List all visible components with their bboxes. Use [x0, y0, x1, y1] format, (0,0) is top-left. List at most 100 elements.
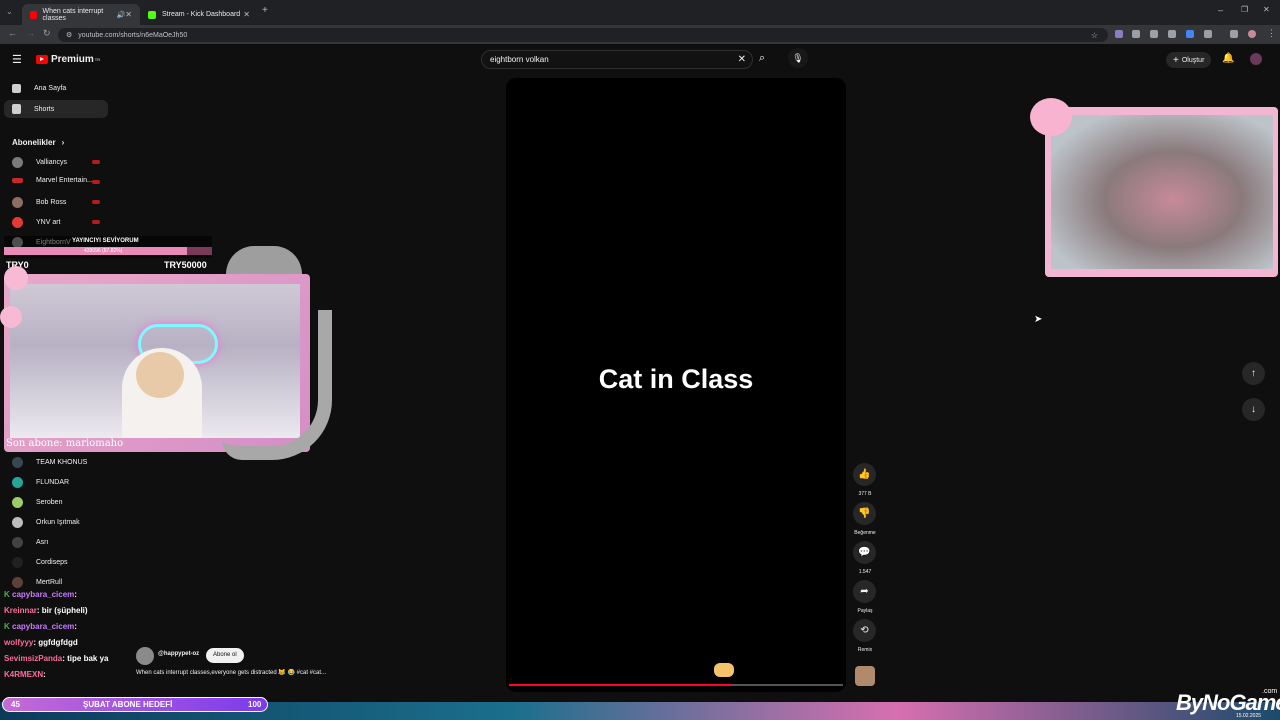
video-description[interactable]: When cats interrupt classes,everyone get… [136, 669, 326, 676]
subscriptions-heading-label: Abonelikler [12, 138, 56, 147]
search-input[interactable]: eightborn volkan ✕ [481, 50, 753, 69]
streamer-face [136, 352, 184, 398]
cat-camera-feed [1051, 115, 1273, 269]
hamster-sticker-icon [714, 663, 734, 677]
previous-short-button[interactable]: ↑ [1242, 362, 1265, 385]
tab-title: Stream - Kick Dashboard [162, 11, 241, 18]
overlay-goal-widget: YAYINCIYI SEVİYORUM 439096 (87.82%) [4, 236, 212, 258]
extension-icon[interactable] [1230, 30, 1238, 38]
sidebar-channel[interactable]: TEAM KHONUS [12, 457, 87, 468]
close-tab-icon[interactable]: ✕ [125, 10, 132, 19]
close-window-icon[interactable]: ✕ [1263, 5, 1270, 14]
extension-icon[interactable] [1150, 30, 1158, 38]
remix-label: Remix [857, 647, 873, 653]
chat-username: capybara_cicem [12, 622, 75, 631]
flower-sticker-icon [0, 306, 22, 328]
home-icon [12, 84, 21, 93]
channel-handle[interactable]: @happypet-oz [158, 651, 199, 657]
shorts-video-player[interactable]: Cat in Class [506, 78, 846, 692]
subscriptions-heading[interactable]: Abonelikler › [12, 138, 64, 147]
chat-message: wolfyyy: ggfdgfdgd [4, 638, 78, 647]
back-icon[interactable]: ← [8, 28, 17, 38]
bookmark-star-icon[interactable]: ☆ [1091, 31, 1098, 40]
voice-search-icon[interactable]: 🎙 [788, 48, 808, 68]
sidebar-channel[interactable]: Asrı [12, 537, 48, 548]
subscribe-button[interactable]: Abone ol [206, 648, 244, 663]
remix-icon: ⟲ [860, 625, 869, 636]
goal-banner-text: YAYINCIYI SEVİYORUM [72, 238, 139, 244]
profile-avatar-icon[interactable] [1248, 30, 1256, 38]
search-icon[interactable]: ⌕ [759, 52, 765, 65]
channel-avatar [12, 537, 23, 548]
forward-icon[interactable]: → [26, 28, 35, 38]
browser-menu-icon[interactable]: ⋮ [1267, 28, 1276, 39]
tab-kick-dashboard[interactable]: Stream - Kick Dashboard ✕ [140, 4, 258, 25]
chat-message: Kreinnar: bir (şüpheli) [4, 606, 88, 615]
clear-search-icon[interactable]: ✕ [738, 54, 746, 65]
sidebar-channel[interactable]: FLUNDAR [12, 477, 69, 488]
chat-text: : ggfdgfdgd [33, 638, 78, 647]
close-tab-icon[interactable]: ✕ [243, 10, 250, 19]
cat-tail-sticker-icon [222, 310, 332, 460]
arrow-down-icon: ↓ [1251, 404, 1256, 415]
create-button[interactable]: + Oluştur [1166, 52, 1212, 68]
progress-fill [509, 684, 731, 686]
extension-icon[interactable] [1168, 30, 1176, 38]
site-info-icon[interactable]: ⚙ [66, 31, 72, 39]
live-indicator [92, 220, 100, 224]
sidebar-item-shorts[interactable]: Shorts [12, 104, 54, 114]
channel-name: Seroben [36, 499, 63, 506]
extension-icon[interactable] [1186, 30, 1194, 38]
sidebar-channel[interactable]: Cordiseps [12, 557, 68, 568]
sidebar-channel[interactable]: Orkun Işıtmak [12, 517, 80, 528]
channel-avatar[interactable] [136, 647, 154, 665]
comments-button[interactable]: 💬 [853, 541, 876, 564]
chat-text: : [74, 622, 77, 631]
channel-name: Bob Ross [36, 199, 67, 206]
sidebar-channel[interactable]: Seroben [12, 497, 62, 508]
maximize-icon[interactable]: ❐ [1241, 5, 1248, 14]
sidebar-channel[interactable]: MertRull [12, 577, 62, 588]
remix-button[interactable]: ⟲ [853, 619, 876, 642]
extensions-puzzle-icon[interactable] [1204, 30, 1212, 38]
dislike-button[interactable]: 👎 [853, 502, 876, 525]
like-button[interactable]: 👍 [853, 463, 876, 486]
sound-thumbnail[interactable] [855, 666, 875, 686]
address-bar[interactable]: ⚙ youtube.com/shorts/n6eMaOeJh50 ☆ [58, 28, 1108, 42]
extension-icon[interactable] [1132, 30, 1140, 38]
sidebar-channel[interactable]: Marvel Entertain... [12, 177, 93, 184]
sidebar-channel[interactable]: YNV art [12, 217, 61, 228]
chat-message: K capybara_cicem: [4, 622, 77, 631]
sidebar-channel[interactable]: Bob Ross [12, 197, 66, 208]
brand-domain: .com [1262, 688, 1278, 695]
account-avatar[interactable] [1250, 53, 1262, 65]
tab-youtube[interactable]: When cats interrupt classes 🔊 ✕ [22, 4, 140, 25]
chat-username: K4RMEXN [4, 670, 44, 679]
next-short-button[interactable]: ↓ [1242, 398, 1265, 421]
chat-text: : tipe bak ya [62, 654, 109, 663]
channel-avatar [12, 197, 23, 208]
youtube-logo[interactable]: Premium TR [36, 54, 100, 65]
chat-username: SevimsizPanda [4, 654, 63, 663]
chat-message: K capybara_cicem: [4, 590, 77, 599]
channel-avatar [12, 457, 23, 468]
chat-message: SevimsizPanda: tipe bak ya [4, 654, 109, 663]
channel-avatar [12, 577, 23, 588]
chat-text: : bir (şüpheli) [36, 606, 88, 615]
new-tab-button[interactable]: + [262, 5, 268, 16]
extension-icon[interactable] [1115, 30, 1123, 38]
sidebar-item-home[interactable]: Ana Sayfa [12, 84, 66, 93]
cat-camera-frame [1045, 107, 1278, 277]
mouse-cursor-icon: ➤ [1034, 314, 1043, 325]
hamburger-menu-icon[interactable]: ☰ [12, 53, 22, 66]
channel-name: YNV art [36, 219, 61, 226]
minimize-icon[interactable]: – [1218, 5, 1223, 15]
notifications-bell-icon[interactable]: 🔔 [1222, 53, 1234, 64]
tab-search-icon[interactable]: ⌄ [6, 7, 13, 16]
reload-icon[interactable]: ↻ [43, 28, 51, 39]
share-button[interactable]: ➦ [853, 580, 876, 603]
sidebar-channel[interactable]: Valliancys [12, 157, 67, 168]
speaker-icon[interactable]: 🔊 [117, 11, 126, 19]
overlay-date: 15.02.2025 [1236, 713, 1262, 719]
live-indicator [92, 160, 100, 164]
